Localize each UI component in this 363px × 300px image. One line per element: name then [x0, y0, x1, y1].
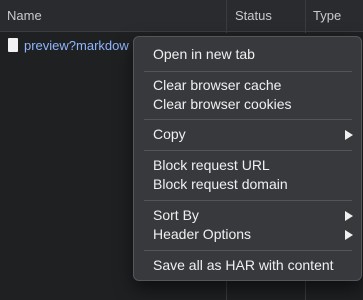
block-request-url-menu-item[interactable]: Block request URL [134, 156, 361, 175]
status-column-header[interactable]: Status [235, 9, 272, 23]
block-request-url-label: Block request URL [153, 157, 270, 173]
open-in-new-tab-menu-item[interactable]: Open in new tab [134, 45, 361, 64]
sort-by-menu-item[interactable]: Sort By [134, 206, 361, 225]
block-request-domain-menu-item[interactable]: Block request domain [134, 175, 361, 194]
save-all-as-har-label: Save all as HAR with content [153, 257, 334, 273]
menu-separator [144, 71, 352, 72]
devtools-network-panel: Name Status Type preview?markdow Open in… [0, 0, 363, 300]
clear-browser-cookies-menu-item[interactable]: Clear browser cookies [134, 95, 361, 114]
open-in-new-tab-label: Open in new tab [153, 46, 255, 62]
copy-menu-item[interactable]: Copy [134, 125, 361, 144]
clear-browser-cache-menu-item[interactable]: Clear browser cache [134, 76, 361, 95]
document-icon [8, 38, 18, 52]
name-column-header[interactable]: Name [7, 9, 42, 23]
menu-separator [144, 250, 352, 251]
submenu-arrow-icon [345, 230, 353, 240]
copy-label: Copy [153, 126, 186, 142]
header-options-label: Header Options [153, 226, 252, 242]
block-request-domain-label: Block request domain [153, 176, 288, 192]
context-menu: Open in new tab Clear browser cache Clea… [133, 36, 362, 281]
network-table-header: Name Status Type [0, 0, 363, 32]
clear-browser-cache-label: Clear browser cache [153, 77, 282, 93]
type-column-header[interactable]: Type [313, 9, 341, 23]
submenu-arrow-icon [345, 130, 353, 140]
save-all-as-har-menu-item[interactable]: Save all as HAR with content [134, 256, 361, 275]
menu-separator [144, 119, 352, 120]
menu-separator [144, 200, 352, 201]
menu-separator [144, 150, 352, 151]
header-options-menu-item[interactable]: Header Options [134, 225, 361, 244]
request-name: preview?markdow [24, 39, 129, 53]
sort-by-label: Sort By [153, 207, 199, 223]
submenu-arrow-icon [345, 211, 353, 221]
clear-browser-cookies-label: Clear browser cookies [153, 96, 292, 112]
